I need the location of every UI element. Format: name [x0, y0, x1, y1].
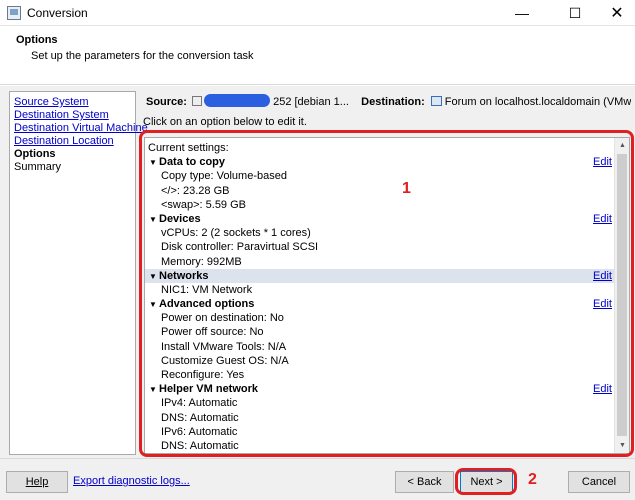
source-machine-icon [192, 96, 203, 106]
step-destination-virtual-machine[interactable]: Destination Virtual Machine [14, 122, 148, 135]
step-source-system[interactable]: Source System [14, 96, 131, 109]
step-options: Options [14, 148, 56, 160]
source-destination-bar: Source: 252 [debian 1... Destination: Fo… [146, 94, 631, 108]
minimize-button[interactable]: — [502, 0, 542, 26]
step-destination-system[interactable]: Destination System [14, 109, 131, 122]
back-button-label: < Back [407, 476, 442, 488]
cancel-button-label: Cancel [581, 476, 617, 488]
help-button[interactable]: Help [6, 471, 68, 493]
title-bar: Conversion — ☐ ✕ [0, 0, 635, 26]
annotation-number-1: 1 [402, 180, 411, 197]
cancel-button[interactable]: Cancel [568, 471, 630, 493]
edit-hint: Click on an option below to edit it. [143, 116, 307, 128]
source-value: 252 [debian 1... [273, 96, 349, 108]
source-label: Source: [146, 96, 187, 108]
wizard-steps-panel: Source System Destination System Destina… [9, 91, 148, 455]
destination-vm-icon [430, 96, 442, 106]
maximize-button[interactable]: ☐ [555, 0, 595, 26]
redacted-source-address [204, 94, 271, 107]
annotation-highlight-settings [139, 130, 634, 457]
converter-app-icon [7, 5, 21, 20]
destination-value: Forum on localhost.localdomain (VMware E… [444, 96, 631, 108]
wizard-footer: Help Export diagnostic logs... < Back Ne… [0, 458, 635, 500]
annotation-highlight-next [455, 468, 517, 495]
annotation-number-2: 2 [528, 471, 537, 488]
step-destination-location[interactable]: Destination Location [14, 135, 131, 148]
page-header: Options Set up the parameters for the co… [0, 27, 635, 85]
step-summary: Summary [14, 161, 62, 173]
close-button[interactable]: ✕ [597, 0, 635, 26]
help-button-label: Help [25, 476, 49, 488]
destination-label: Destination: [361, 96, 425, 108]
page-subtitle: Set up the parameters for the conversion… [31, 50, 254, 62]
page-title: Options [16, 34, 58, 46]
export-diagnostic-logs-link[interactable]: Export diagnostic logs... [73, 475, 190, 487]
window-title: Conversion [27, 5, 88, 20]
back-button[interactable]: < Back [395, 471, 454, 493]
